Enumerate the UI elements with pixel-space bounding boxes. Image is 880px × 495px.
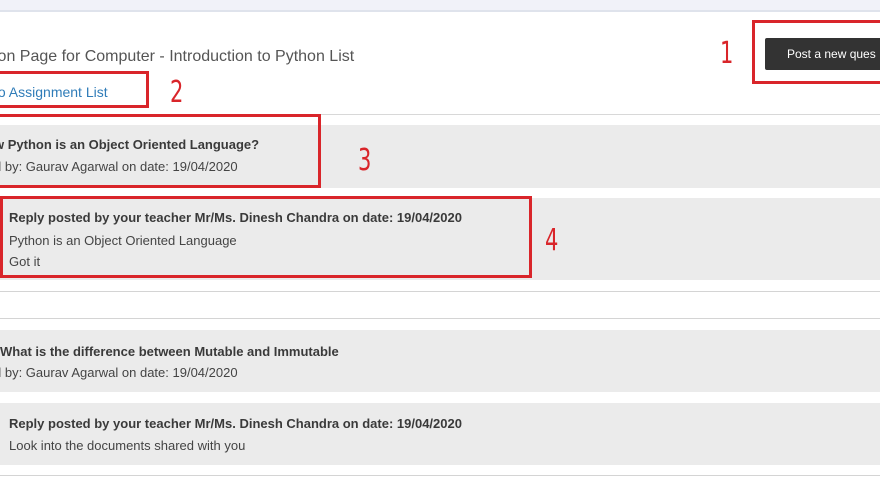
divider bbox=[0, 318, 880, 319]
annotation-box-1 bbox=[752, 20, 880, 84]
teacher-reply: Reply posted by your teacher Mr/Ms. Dine… bbox=[0, 403, 880, 465]
annotation-box-2 bbox=[0, 71, 149, 108]
question-meta: d by: Gaurav Agarwal on date: 19/04/2020 bbox=[0, 365, 238, 380]
annotation-box-4 bbox=[0, 196, 532, 278]
reply-heading: Reply posted by your teacher Mr/Ms. Dine… bbox=[9, 416, 462, 431]
question-title: What is the difference between Mutable a… bbox=[0, 344, 339, 359]
divider bbox=[0, 475, 880, 476]
annotation-number-3: 3 bbox=[358, 143, 372, 178]
question-card: What is the difference between Mutable a… bbox=[0, 330, 880, 392]
annotation-box-3 bbox=[0, 114, 321, 188]
annotation-number-2: 2 bbox=[170, 75, 184, 110]
page-title: ion Page for Computer - Introduction to … bbox=[0, 48, 355, 65]
top-bar bbox=[0, 0, 880, 12]
annotation-number-1: 1 bbox=[720, 36, 734, 71]
annotation-number-4: 4 bbox=[545, 223, 559, 258]
divider bbox=[0, 291, 880, 292]
reply-text: Look into the documents shared with you bbox=[9, 438, 246, 453]
